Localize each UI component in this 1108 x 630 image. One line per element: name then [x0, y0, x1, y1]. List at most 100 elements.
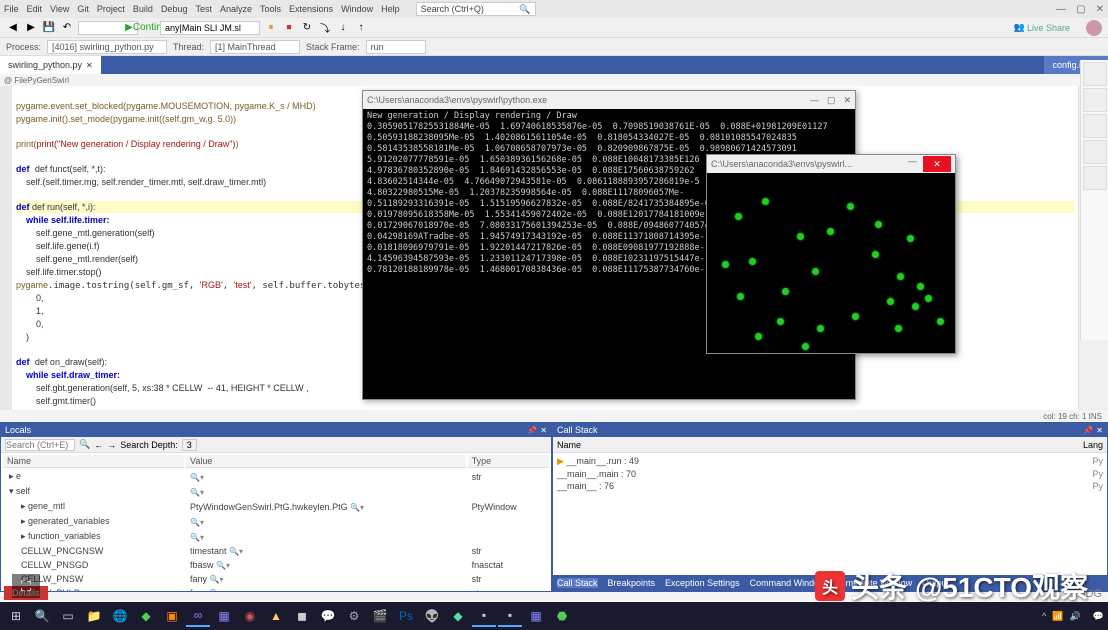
- menu-file[interactable]: File: [4, 4, 19, 14]
- nav-fwd-icon[interactable]: ▶: [24, 21, 38, 35]
- continue-button[interactable]: ▶ Continue: [142, 21, 156, 35]
- target-combo[interactable]: any|Main SLI JM.sl: [160, 21, 260, 35]
- col-value[interactable]: Value: [186, 455, 466, 468]
- panel-tab[interactable]: Exception Settings: [665, 578, 740, 588]
- step-over-icon[interactable]: ⤵: [318, 21, 332, 35]
- taskbar-app[interactable]: ◉: [238, 605, 262, 627]
- menu-git[interactable]: Git: [77, 4, 89, 14]
- menu-help[interactable]: Help: [381, 4, 400, 14]
- menu-tools[interactable]: Tools: [260, 4, 281, 14]
- menu-analyze[interactable]: Analyze: [220, 4, 252, 14]
- start-button[interactable]: ⊞: [4, 605, 28, 627]
- taskbar-app[interactable]: Ps: [394, 605, 418, 627]
- pygame-titlebar[interactable]: C:\Users\anaconda3\envs\pyswirl... —✕: [707, 155, 955, 173]
- python-window-icon[interactable]: ▪: [498, 605, 522, 627]
- menu-debug[interactable]: Debug: [161, 4, 188, 14]
- process-combo[interactable]: [4016] swirling_python.py: [47, 40, 167, 54]
- panel-tab[interactable]: Call Stack: [557, 578, 598, 588]
- window-close[interactable]: ✕: [843, 95, 851, 106]
- taskbar-app[interactable]: 🎬: [368, 605, 392, 627]
- panel-close-icon[interactable]: ✕: [540, 426, 547, 435]
- stackframe-combo[interactable]: run: [366, 40, 426, 54]
- window-maximize[interactable]: ▢: [1076, 4, 1085, 15]
- step-out-icon[interactable]: ↑: [354, 21, 368, 35]
- global-search[interactable]: Search (Ctrl+Q) 🔍: [416, 2, 536, 16]
- toolbox-item[interactable]: [1083, 62, 1107, 86]
- taskbar-app[interactable]: ▦: [524, 605, 548, 627]
- live-share[interactable]: 👥 Live Share: [1014, 22, 1070, 33]
- locals-row[interactable]: ▸ function_variables 🔍▾: [3, 530, 549, 543]
- menu-project[interactable]: Project: [97, 4, 125, 14]
- taskbar-app[interactable]: 💬: [316, 605, 340, 627]
- toolbox-item[interactable]: [1083, 166, 1107, 190]
- callstack-body[interactable]: ▶ __main__.run : 49Py __main__.main : 70…: [553, 453, 1107, 575]
- menu-build[interactable]: Build: [133, 4, 153, 14]
- taskbar-app[interactable]: ▣: [160, 605, 184, 627]
- stack-frame[interactable]: ▶ __main__.run : 49Py: [557, 455, 1103, 468]
- task-view-icon[interactable]: ▭: [56, 605, 80, 627]
- save-icon[interactable]: 💾: [42, 21, 56, 35]
- window-close[interactable]: ✕: [923, 156, 951, 172]
- vs-icon[interactable]: ∞: [186, 605, 210, 627]
- locals-row[interactable]: ▸ generated_variables 🔍▾: [3, 515, 549, 528]
- locals-row[interactable]: CELLW_PNSGDfbasw 🔍▾fnasctat: [3, 559, 549, 571]
- tab-close-icon[interactable]: ✕: [86, 61, 93, 70]
- taskbar-app[interactable]: ◆: [446, 605, 470, 627]
- restart-icon[interactable]: ↻: [300, 21, 314, 35]
- panel-pin-icon[interactable]: 📌: [1083, 426, 1093, 435]
- col-type[interactable]: Type: [468, 455, 549, 468]
- locals-row[interactable]: CELLW_PNCGNSWtimestant 🔍▾str: [3, 545, 549, 557]
- step-into-icon[interactable]: ↓: [336, 21, 350, 35]
- toolbox-item[interactable]: [1083, 114, 1107, 138]
- undo-icon[interactable]: ↶: [60, 21, 74, 35]
- menu-extensions[interactable]: Extensions: [289, 4, 333, 14]
- locals-header[interactable]: Locals 📌✕: [1, 423, 551, 437]
- taskbar-app[interactable]: ▲: [264, 605, 288, 627]
- edge-icon[interactable]: 🌐: [108, 605, 132, 627]
- window-minimize[interactable]: —: [1056, 4, 1066, 15]
- explorer-icon[interactable]: 📁: [82, 605, 106, 627]
- panel-pin-icon[interactable]: 📌: [527, 426, 537, 435]
- locals-row[interactable]: CELLW_PHLPfany 🔍▾str: [3, 587, 549, 591]
- python-window-icon[interactable]: ▪: [472, 605, 496, 627]
- panel-tab[interactable]: Breakpoints: [608, 578, 656, 588]
- toolbox-item[interactable]: [1083, 88, 1107, 112]
- menu-test[interactable]: Test: [195, 4, 212, 14]
- tab-swirling-python[interactable]: swirling_python.py ✕: [0, 56, 101, 74]
- console-titlebar[interactable]: C:\Users\anaconda3\envs\pyswirl\python.e…: [363, 91, 855, 109]
- nav-back-icon[interactable]: ◀: [6, 21, 20, 35]
- panel-close-icon[interactable]: ✕: [1096, 426, 1103, 435]
- pause-icon[interactable]: ⏸: [264, 21, 278, 35]
- notification-icon[interactable]: 💬: [1093, 611, 1104, 622]
- callstack-header[interactable]: Call Stack 📌✕: [553, 423, 1107, 437]
- toolbox-item[interactable]: [1083, 140, 1107, 164]
- menu-edit[interactable]: Edit: [27, 4, 43, 14]
- taskbar-app[interactable]: 👽: [420, 605, 444, 627]
- menu-window[interactable]: Window: [341, 4, 373, 14]
- locals-row[interactable]: ▸ e 🔍▾str: [3, 470, 549, 483]
- locals-row[interactable]: ▾ self 🔍▾: [3, 485, 549, 498]
- locals-row[interactable]: ▸ gene_mtlPtyWindowGenSwirl.PtG.hwkeylen…: [3, 500, 549, 513]
- taskbar-app[interactable]: ◼: [290, 605, 314, 627]
- locals-search[interactable]: [5, 439, 75, 451]
- stop-icon[interactable]: ⏹: [282, 21, 296, 35]
- window-minimize[interactable]: —: [810, 95, 819, 106]
- menu-view[interactable]: View: [50, 4, 69, 14]
- locals-row[interactable]: CELLW_PNSWfany 🔍▾str: [3, 573, 549, 585]
- taskbar-app[interactable]: ▦: [212, 605, 236, 627]
- tray-chevron-icon[interactable]: ^: [1042, 611, 1046, 621]
- taskbar-app[interactable]: ⚙: [342, 605, 366, 627]
- tray-wifi-icon[interactable]: 📶: [1052, 611, 1063, 622]
- taskbar-search-icon[interactable]: 🔍: [30, 605, 54, 627]
- depth-value[interactable]: 3: [182, 439, 197, 451]
- window-minimize[interactable]: —: [902, 156, 923, 172]
- profile-avatar[interactable]: [1086, 20, 1102, 36]
- tray-volume-icon[interactable]: 🔊: [1070, 611, 1081, 622]
- pygame-canvas[interactable]: [707, 173, 955, 353]
- thread-combo[interactable]: [1] MainThread: [210, 40, 300, 54]
- window-close[interactable]: ✕: [1096, 4, 1104, 15]
- taskbar-app[interactable]: ◆: [134, 605, 158, 627]
- system-tray[interactable]: ^ 📶 🔊 💬: [1042, 611, 1104, 622]
- pygame-window[interactable]: C:\Users\anaconda3\envs\pyswirl... —✕: [706, 154, 956, 354]
- locals-body[interactable]: Name Value Type ▸ e 🔍▾str▾ self 🔍▾▸ gene…: [1, 453, 551, 591]
